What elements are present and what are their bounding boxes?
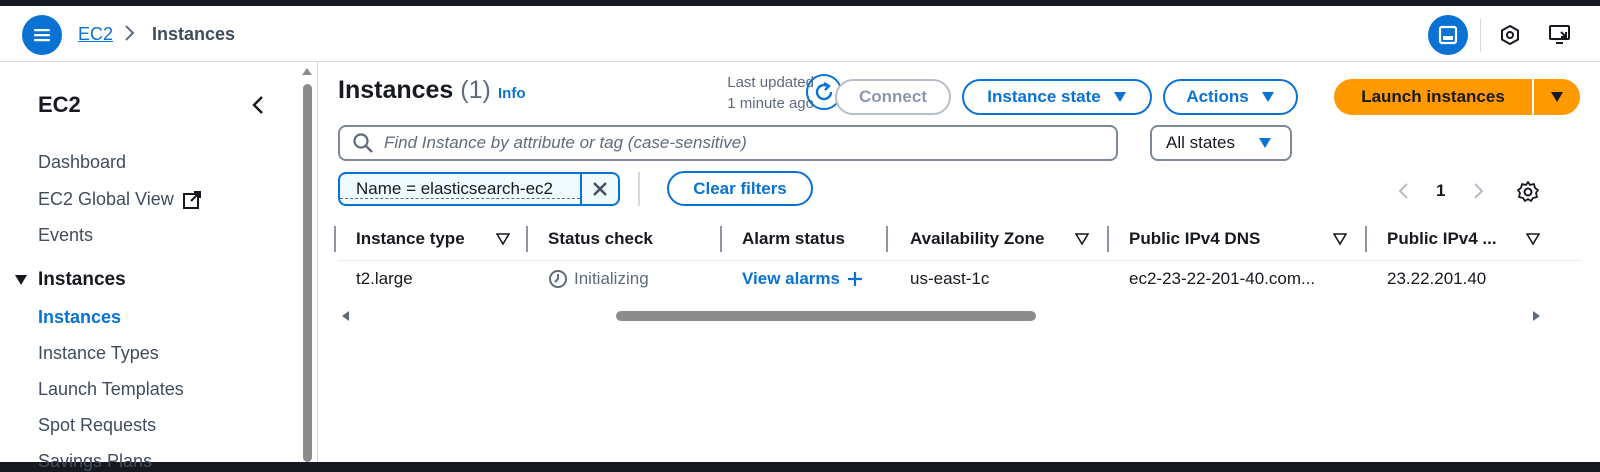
column-header-public-dns[interactable]: Public IPv4 DNS xyxy=(1129,226,1260,252)
refresh-icon xyxy=(815,81,833,101)
view-alarms-label: View alarms xyxy=(742,269,840,288)
column-header-availability-zone[interactable]: Availability Zone xyxy=(910,226,1044,252)
launch-dropdown-button[interactable] xyxy=(1534,79,1580,115)
main-content: Instances (1) Info Last updated 1 minute… xyxy=(318,62,1600,462)
view-alarms-link[interactable]: View alarms xyxy=(742,269,864,289)
column-divider[interactable] xyxy=(886,226,888,252)
header-row-divider xyxy=(338,260,1580,261)
clear-filters-button[interactable]: Clear filters xyxy=(667,171,813,206)
close-icon xyxy=(593,182,607,196)
column-divider[interactable] xyxy=(1107,226,1109,252)
cell-public-dns: ec2-23-22-201-40.com... xyxy=(1129,269,1316,288)
sidebar-title: EC2 xyxy=(38,92,81,117)
instance-state-button[interactable]: Instance state xyxy=(962,79,1152,115)
sidebar-section-instances[interactable]: Instances xyxy=(14,269,126,291)
screen-help-icon[interactable] xyxy=(1545,20,1575,50)
launch-instances-button-group: Launch instances xyxy=(1334,79,1580,115)
page-title-text: Instances xyxy=(338,76,454,104)
search-input[interactable] xyxy=(384,133,1084,153)
column-divider[interactable] xyxy=(720,226,722,252)
chevron-left-icon[interactable] xyxy=(1396,180,1412,202)
scroll-left-arrow-icon[interactable] xyxy=(340,310,350,322)
sidebar-item-dashboard[interactable]: Dashboard xyxy=(38,152,126,173)
sidebar-section-label: Instances xyxy=(38,269,126,290)
sidebar-item-spot-requests[interactable]: Spot Requests xyxy=(38,415,156,436)
filter-token[interactable]: Name = elasticsearch-ec2 xyxy=(338,172,620,206)
clear-filters-label: Clear filters xyxy=(693,178,787,198)
filter-token-text[interactable]: Name = elasticsearch-ec2 xyxy=(340,179,581,199)
search-icon xyxy=(353,133,373,153)
launch-instances-button[interactable]: Launch instances xyxy=(1334,79,1534,115)
remove-filter-button[interactable] xyxy=(580,174,618,204)
hexagon-settings-icon[interactable] xyxy=(1495,20,1525,50)
top-divider xyxy=(1480,18,1481,52)
instance-count: (1) xyxy=(460,76,491,104)
sidebar-item-instance-types[interactable]: Instance Types xyxy=(38,343,159,364)
sort-icon[interactable] xyxy=(1333,232,1347,246)
cell-availability-zone: us-east-1c xyxy=(910,269,990,288)
column-divider[interactable] xyxy=(526,226,528,252)
column-header-status-check[interactable]: Status check xyxy=(548,226,653,252)
scroll-up-arrow-icon[interactable] xyxy=(301,66,313,76)
divider xyxy=(638,172,640,206)
pending-clock-icon xyxy=(549,270,567,288)
status-check-text: Initializing xyxy=(574,269,649,288)
plus-icon xyxy=(847,272,862,286)
app-window: EC2 Instances EC2 Dashboard EC2 Global V… xyxy=(0,6,1600,471)
horizontal-scroll-thumb[interactable] xyxy=(616,311,1036,321)
external-link-icon xyxy=(182,190,201,209)
column-header-alarm-status[interactable]: Alarm status xyxy=(742,226,845,252)
state-select-value: All states xyxy=(1166,133,1235,152)
breadcrumb-current: Instances xyxy=(152,24,236,44)
breadcrumb-ec2-link[interactable]: EC2 xyxy=(78,24,113,45)
actions-label: Actions xyxy=(1186,87,1249,106)
current-page[interactable]: 1 xyxy=(1436,181,1445,201)
connect-button[interactable]: Connect xyxy=(835,79,951,115)
info-link[interactable]: Info xyxy=(498,85,526,102)
last-updated-value: 1 minute ago xyxy=(727,95,814,112)
top-navigation-bar: EC2 Instances xyxy=(0,6,1600,62)
connect-label: Connect xyxy=(859,87,927,106)
column-header-public-ip[interactable]: Public IPv4 ... xyxy=(1387,226,1497,252)
actions-button[interactable]: Actions xyxy=(1163,79,1298,115)
chevron-right-icon xyxy=(125,25,135,41)
sidebar-item-launch-templates[interactable]: Launch Templates xyxy=(38,379,184,400)
sidebar-item-instances[interactable]: Instances xyxy=(38,307,121,328)
cell-public-ip: 23.22.201.40 xyxy=(1387,269,1487,288)
caret-down-icon xyxy=(15,275,27,285)
sort-icon[interactable] xyxy=(1526,232,1540,246)
column-divider[interactable] xyxy=(1365,226,1367,252)
sidebar: EC2 Dashboard EC2 Global View Events Ins… xyxy=(0,62,318,471)
cell-instance-type: t2.large xyxy=(356,269,413,288)
split-panel-icon[interactable] xyxy=(1428,15,1468,55)
caret-down-icon xyxy=(1113,92,1126,102)
sidebar-item-events[interactable]: Events xyxy=(38,225,93,246)
cell-status-check: Initializing xyxy=(548,269,649,289)
instance-state-label: Instance state xyxy=(987,87,1101,106)
chevron-left-icon[interactable] xyxy=(248,92,268,118)
caret-down-icon xyxy=(1261,92,1274,102)
menu-icon[interactable] xyxy=(22,15,62,55)
scroll-right-arrow-icon[interactable] xyxy=(1532,310,1542,322)
column-header-instance-type[interactable]: Instance type xyxy=(356,226,465,252)
sidebar-scroll-thumb[interactable] xyxy=(303,84,312,462)
caret-down-icon xyxy=(1259,138,1271,148)
page-title: Instances (1) xyxy=(338,76,491,105)
last-updated: Last updated 1 minute ago xyxy=(690,72,814,114)
caret-down-icon xyxy=(1551,92,1563,102)
gear-icon[interactable] xyxy=(1516,180,1540,204)
sort-icon[interactable] xyxy=(496,232,510,246)
column-divider[interactable] xyxy=(334,226,336,252)
sidebar-item-label: EC2 Global View xyxy=(38,189,174,209)
sort-icon[interactable] xyxy=(1075,232,1089,246)
sidebar-item-global-view[interactable]: EC2 Global View xyxy=(38,189,202,210)
chevron-right-icon[interactable] xyxy=(1470,180,1486,202)
search-box xyxy=(338,125,1118,161)
state-select[interactable]: All states xyxy=(1150,125,1292,161)
last-updated-label: Last updated xyxy=(727,74,814,91)
